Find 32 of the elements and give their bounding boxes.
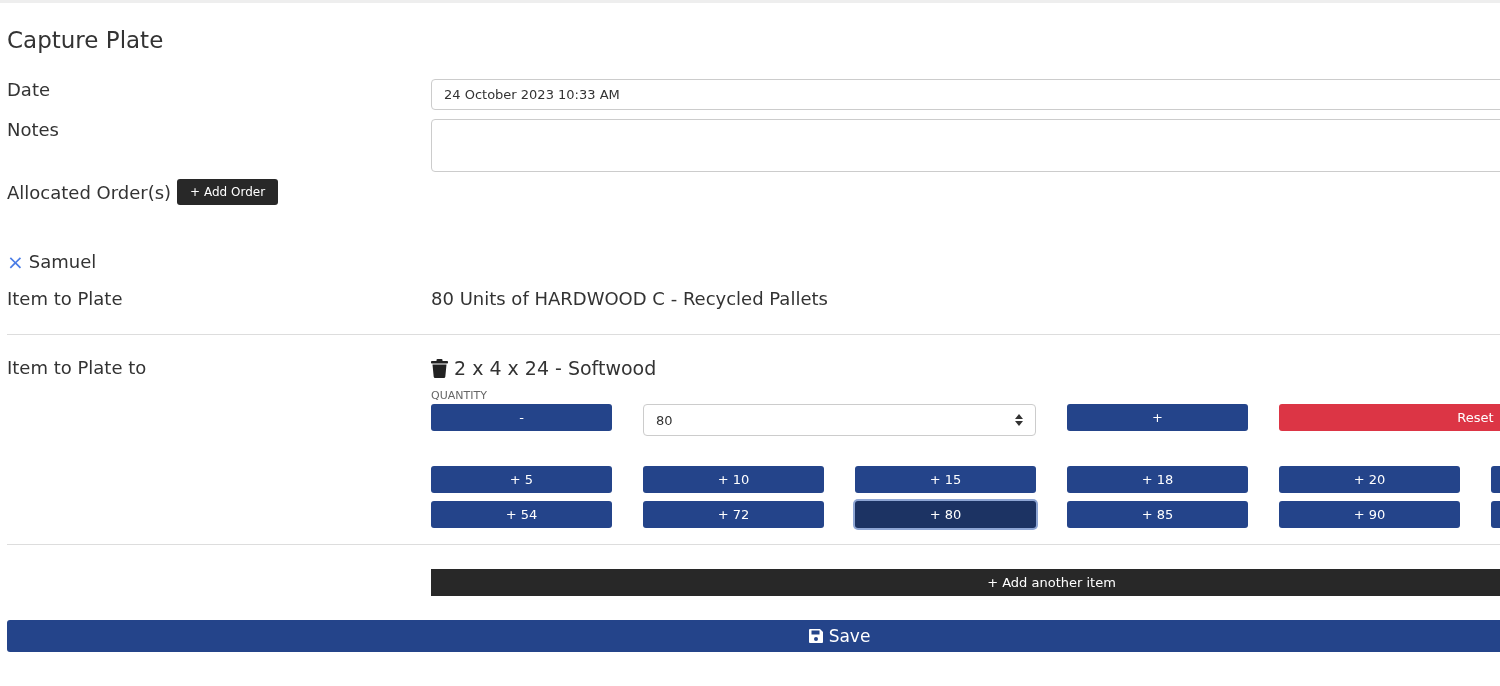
quick-add-button[interactable]: + 20 (1279, 466, 1460, 493)
quick-add-button[interactable]: + 15 (855, 466, 1036, 493)
page-title: Capture Plate (7, 27, 165, 53)
field-label: Notes (7, 119, 60, 140)
quantity-label: QUANTITY (431, 389, 488, 402)
item-name: 2 x 4 x 24 - Softwood (454, 357, 657, 379)
quantity-field[interactable]: 80 (643, 404, 1036, 436)
reset-button[interactable]: Reset (1279, 404, 1500, 431)
quick-add-button[interactable]: + 72 (643, 501, 824, 528)
decrement-button[interactable]: - (431, 404, 612, 431)
field-label: Item to Plate (7, 288, 124, 309)
quick-add-button[interactable]: + 5 (431, 466, 612, 493)
order-name: Samuel (28, 251, 97, 272)
spinner-icon[interactable] (1014, 413, 1024, 427)
remove-icon[interactable]: × (7, 251, 24, 272)
save-button[interactable]: Save (7, 620, 1500, 652)
add-order-button[interactable]: + Add Order (177, 179, 279, 205)
add-item-button[interactable]: + Add another item (431, 569, 1500, 596)
field-label: Item to Plate to (7, 357, 148, 378)
field-label: Date (7, 79, 52, 100)
increment-button[interactable]: + (1067, 404, 1248, 431)
notes-field[interactable] (431, 119, 1500, 172)
quick-add-button[interactable]: + 54 (431, 501, 612, 528)
quick-add-button[interactable]: + 80 (855, 501, 1036, 528)
trash-icon[interactable] (431, 358, 448, 378)
quick-add-button[interactable]: + 18 (1067, 466, 1248, 493)
item-value: 80 Units of HARDWOOD C - Recycled Pallets (431, 288, 829, 309)
quick-add-button[interactable]: + 85 (1067, 501, 1248, 528)
date-field[interactable]: 24 October 2023 10:33 AM (431, 79, 1500, 110)
field-label: Allocated Order(s) (7, 181, 172, 203)
quick-add-button[interactable]: + 90 (1279, 501, 1460, 528)
quick-add-button[interactable]: + 10 (643, 466, 824, 493)
